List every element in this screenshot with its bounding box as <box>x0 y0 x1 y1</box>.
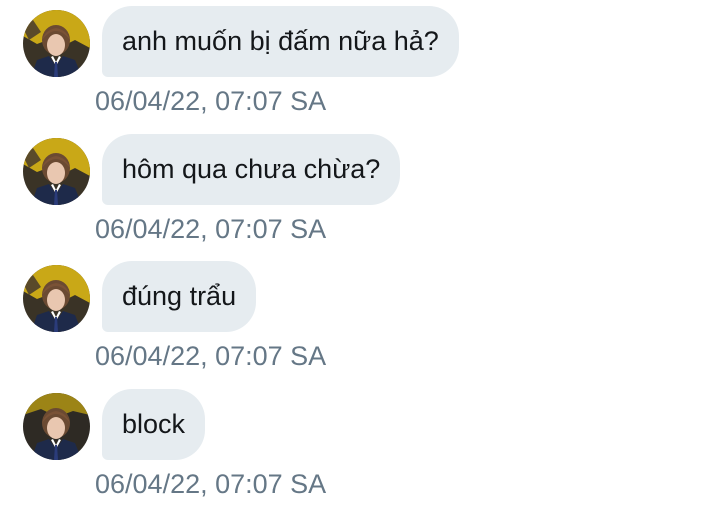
message-row: block 06/04/22, 07:07 SA <box>0 383 720 503</box>
message-bubble[interactable]: block <box>102 389 206 460</box>
message-row: hôm qua chưa chừa? 06/04/22, 07:07 SA <box>0 128 720 248</box>
avatar-image <box>23 393 90 460</box>
message-timestamp: 06/04/22, 07:07 SA <box>95 341 327 371</box>
avatar[interactable] <box>23 393 90 460</box>
message-bubble[interactable]: đúng trẩu <box>102 261 257 332</box>
message-timestamp: 06/04/22, 07:07 SA <box>95 214 327 244</box>
message-timestamp: 06/04/22, 07:07 SA <box>95 469 327 499</box>
avatar[interactable] <box>23 265 90 332</box>
avatar-image <box>23 138 90 205</box>
message-timestamp: 06/04/22, 07:07 SA <box>95 86 327 116</box>
message-row: đúng trẩu 06/04/22, 07:07 SA <box>0 255 720 375</box>
avatar[interactable] <box>23 10 90 77</box>
message-bubble[interactable]: hôm qua chưa chừa? <box>102 134 401 205</box>
message-row: anh muốn bị đấm nữa hả? 06/04/22, 07:07 … <box>0 0 720 120</box>
avatar-image <box>23 265 90 332</box>
message-bubble[interactable]: anh muốn bị đấm nữa hả? <box>102 6 459 77</box>
avatar-image <box>23 10 90 77</box>
avatar[interactable] <box>23 138 90 205</box>
